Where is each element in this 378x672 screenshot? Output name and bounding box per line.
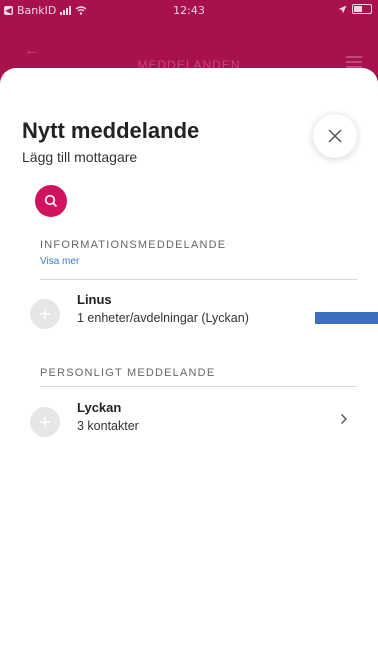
app-screen: ◀ BankID 12:43 ← MEDDELANDEN Nytt meddel…: [0, 0, 378, 672]
section-header-information: INFORMATIONSMEDDELANDE: [40, 239, 227, 251]
list-item-name: Lyckan: [77, 400, 122, 415]
highlight-bar: [315, 312, 378, 324]
divider: [40, 279, 357, 280]
divider: [40, 386, 357, 387]
plus-icon: [40, 309, 50, 319]
page-subtitle: Lägg till mottagare: [22, 149, 138, 165]
status-bar-right: [338, 4, 372, 14]
section-header-personal: PERSONLIGT MEDDELANDE: [40, 367, 216, 379]
close-button[interactable]: [313, 114, 357, 158]
chevron-right-icon[interactable]: [340, 412, 348, 430]
close-icon: [328, 129, 342, 143]
add-recipient-button[interactable]: [30, 407, 60, 437]
list-item-linus[interactable]: Linus 1 enheter/avdelningar (Lyckan): [30, 289, 378, 341]
list-item-detail: 3 kontakter: [77, 419, 139, 433]
list-item-name: Linus: [77, 292, 112, 307]
new-message-sheet: Nytt meddelande Lägg till mottagare INFO…: [0, 68, 378, 672]
nav-bar: ← MEDDELANDEN: [0, 22, 378, 72]
plus-icon: [40, 417, 50, 427]
list-item-lyckan[interactable]: Lyckan 3 kontakter: [30, 397, 378, 449]
show-more-link[interactable]: Visa mer: [40, 256, 79, 267]
search-icon: [44, 194, 58, 208]
list-item-detail: 1 enheter/avdelningar (Lyckan): [77, 311, 249, 325]
page-title: Nytt meddelande: [22, 118, 200, 143]
status-time: 12:43: [173, 4, 205, 17]
battery-icon: [352, 4, 372, 14]
add-recipient-button[interactable]: [30, 299, 60, 329]
status-bar: ◀ BankID 12:43: [0, 0, 378, 22]
search-button[interactable]: [35, 185, 67, 217]
location-icon: [338, 5, 347, 13]
